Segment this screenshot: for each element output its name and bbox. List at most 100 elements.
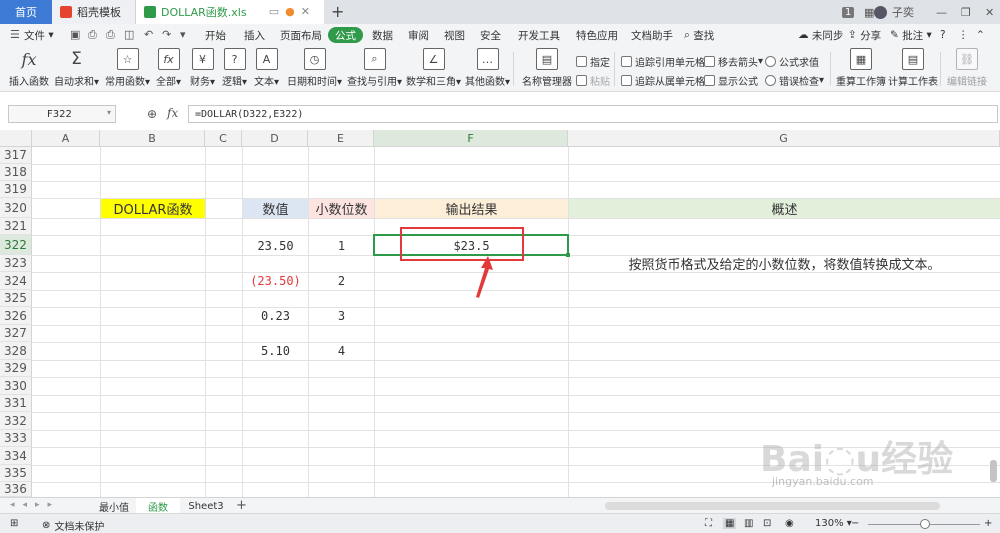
- text-button[interactable]: A 文本▾: [254, 48, 279, 88]
- row-header-317[interactable]: 317: [0, 147, 32, 164]
- spreadsheet-grid[interactable]: A B C D E F G 317 318 319 320 321 322 32…: [0, 130, 1000, 497]
- row-header-335[interactable]: 335: [0, 465, 32, 482]
- sync-status[interactable]: ☁ 未同步: [798, 27, 843, 43]
- cell-g323[interactable]: 按照货币格式及给定的小数位数，将数值转换成文本。: [569, 255, 1000, 273]
- normal-view-icon[interactable]: ▦: [723, 518, 737, 529]
- row-header-322[interactable]: 322: [0, 235, 32, 255]
- row-header-334[interactable]: 334: [0, 447, 32, 465]
- evaluate-formula-button[interactable]: 公式求值: [765, 54, 819, 69]
- sheet-tab-min[interactable]: 最小值: [92, 498, 136, 514]
- menu-formulas[interactable]: 公式: [328, 27, 363, 43]
- column-header-f[interactable]: F: [374, 130, 568, 147]
- zoom-in-icon[interactable]: +: [984, 518, 992, 529]
- edit-links-button[interactable]: ⛓ 编辑链接: [947, 48, 987, 88]
- eye-protection-icon[interactable]: ◉: [785, 518, 794, 529]
- row-header-330[interactable]: 330: [0, 377, 32, 395]
- row-header-318[interactable]: 318: [0, 164, 32, 181]
- undo-icon[interactable]: ↶: [144, 28, 153, 41]
- collapse-ribbon-icon[interactable]: ⌃: [976, 27, 985, 43]
- page-view-icon[interactable]: ▥: [744, 518, 753, 529]
- preview-icon[interactable]: ◫: [124, 28, 134, 41]
- menu-start[interactable]: 开始: [205, 27, 226, 43]
- more-icon[interactable]: ⋮: [958, 27, 969, 43]
- menu-view[interactable]: 视图: [444, 27, 465, 43]
- close-window-button[interactable]: ✕: [985, 0, 994, 24]
- menu-review[interactable]: 审阅: [408, 27, 429, 43]
- logic-button[interactable]: ? 逻辑▾: [222, 48, 247, 88]
- row-header-336[interactable]: 336: [0, 482, 32, 497]
- print-icon[interactable]: ⎙: [106, 28, 115, 42]
- cell-e324[interactable]: 2: [309, 272, 374, 290]
- column-header-d[interactable]: D: [242, 130, 308, 147]
- dropdown-icon[interactable]: ▾: [180, 28, 186, 41]
- menu-developer[interactable]: 开发工具: [518, 27, 560, 43]
- select-all-corner[interactable]: [0, 130, 32, 147]
- comment-button[interactable]: ✎ 批注 ▾: [890, 27, 932, 43]
- menu-doc-assistant[interactable]: 文档助手: [631, 27, 673, 43]
- horizontal-scrollbar-thumb[interactable]: [605, 502, 940, 510]
- page-break-icon[interactable]: ⊡: [763, 518, 771, 529]
- tab-template[interactable]: 稻壳模板: [52, 0, 136, 24]
- help-icon[interactable]: ?: [940, 27, 946, 43]
- fx-label[interactable]: fx: [167, 106, 178, 120]
- column-header-a[interactable]: A: [32, 130, 100, 147]
- trace-precedents-button[interactable]: 追踪引用单元格: [621, 54, 705, 69]
- zoom-slider-handle[interactable]: [920, 519, 930, 529]
- error-check-button[interactable]: 错误检查 ▾: [765, 73, 824, 88]
- specify-button[interactable]: 指定: [576, 54, 610, 69]
- all-functions-button[interactable]: fx 全部▾: [156, 48, 181, 88]
- menu-security[interactable]: 安全: [480, 27, 501, 43]
- paste-button[interactable]: 粘贴: [576, 73, 610, 88]
- column-header-e[interactable]: E: [308, 130, 374, 147]
- menu-page-layout[interactable]: 页面布局: [280, 27, 322, 43]
- sheet-nav-arrows-icon[interactable]: ◂◂▸▸: [10, 500, 60, 510]
- calculate-sheet-button[interactable]: ▤ 计算工作表: [888, 48, 938, 88]
- insert-function-button[interactable]: fx 插入函数: [9, 48, 49, 89]
- minimize-button[interactable]: —: [936, 0, 947, 24]
- protect-status[interactable]: ⊗ 文档未保护: [42, 518, 104, 533]
- menu-data[interactable]: 数据: [372, 27, 393, 43]
- new-tab-button[interactable]: +: [331, 2, 344, 21]
- grid-icon[interactable]: ▦: [864, 0, 874, 24]
- recalculate-workbook-button[interactable]: ▦ 重算工作簿: [836, 48, 886, 88]
- share-button[interactable]: ⇪ 分享: [848, 27, 881, 43]
- row-header-332[interactable]: 332: [0, 412, 32, 430]
- cell-b320[interactable]: DOLLAR函数: [101, 199, 205, 218]
- tab-document[interactable]: DOLLAR函数.xls ▭●✕: [136, 0, 324, 24]
- redo-icon[interactable]: ↷: [162, 28, 171, 41]
- column-header-g[interactable]: G: [568, 130, 1000, 147]
- macro-icon[interactable]: ⊞: [10, 518, 18, 529]
- cell-e320[interactable]: 小数位数: [309, 199, 374, 218]
- cell-d322[interactable]: 23.50: [243, 236, 308, 255]
- hamburger-icon[interactable]: ☰: [10, 28, 20, 41]
- column-header-c[interactable]: C: [205, 130, 242, 147]
- row-header-326[interactable]: 326: [0, 307, 32, 325]
- add-sheet-button[interactable]: +: [236, 498, 247, 513]
- sheet-tab-sheet3[interactable]: Sheet3: [180, 498, 232, 514]
- name-box[interactable]: F322 ▾: [8, 105, 116, 123]
- row-header-324[interactable]: 324: [0, 272, 32, 290]
- restore-button[interactable]: ❐: [961, 0, 971, 24]
- save-icon[interactable]: ▣: [70, 28, 80, 41]
- row-header-321[interactable]: 321: [0, 218, 32, 235]
- cell-d320[interactable]: 数值: [243, 199, 308, 218]
- close-tab-icon[interactable]: ✕: [301, 5, 316, 18]
- cell-e328[interactable]: 4: [309, 342, 374, 360]
- finance-button[interactable]: ¥ 财务▾: [190, 48, 215, 88]
- row-header-325[interactable]: 325: [0, 290, 32, 307]
- menu-insert[interactable]: 插入: [244, 27, 265, 43]
- tab-home[interactable]: 首页: [0, 0, 52, 24]
- autosum-button[interactable]: Σ 自动求和▾: [54, 48, 99, 88]
- show-formula-button[interactable]: 显示公式: [704, 73, 758, 88]
- vertical-scrollbar-thumb[interactable]: [990, 460, 997, 482]
- other-functions-button[interactable]: … 其他函数▾: [465, 48, 510, 88]
- cell-g320[interactable]: 概述: [569, 199, 1000, 218]
- column-header-b[interactable]: B: [100, 130, 205, 147]
- lookup-button[interactable]: ⌕ 查找与引用▾: [347, 48, 402, 88]
- cell-f320[interactable]: 输出结果: [375, 199, 568, 218]
- row-header-320[interactable]: 320: [0, 198, 32, 218]
- formula-input[interactable]: =DOLLAR(D322,E322): [188, 105, 998, 123]
- cell-d328[interactable]: 5.10: [243, 342, 308, 360]
- menu-features[interactable]: 特色应用: [576, 27, 618, 43]
- row-header-327[interactable]: 327: [0, 325, 32, 342]
